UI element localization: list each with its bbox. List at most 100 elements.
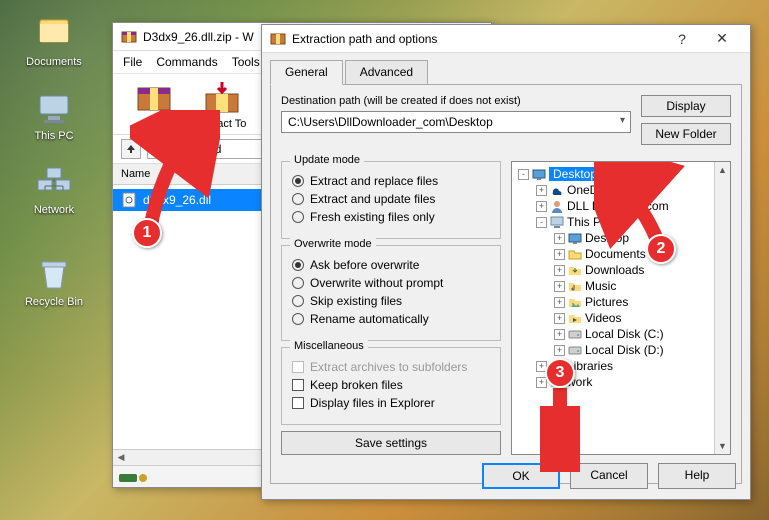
menu-commands[interactable]: Commands xyxy=(156,55,217,69)
up-folder-button[interactable] xyxy=(121,139,141,159)
toolbar-add-label: Add xyxy=(123,118,185,130)
tree-node[interactable]: + Documents xyxy=(514,246,728,262)
pictures-icon xyxy=(568,295,582,309)
winrar-app-icon xyxy=(121,29,137,45)
tree-node[interactable]: +Pictures xyxy=(514,294,728,310)
tree-vscrollbar[interactable]: ▲ ▼ xyxy=(714,162,730,454)
tree-expander-icon[interactable]: - xyxy=(518,169,529,180)
destination-path-label: Destination path (will be created if doe… xyxy=(281,95,631,107)
desktop-icon-recycle-bin[interactable]: Recycle Bin xyxy=(18,254,90,308)
destination-path-input[interactable] xyxy=(281,111,631,133)
tree-node[interactable]: +Desktop xyxy=(514,230,728,246)
tree-node[interactable]: + Downloads xyxy=(514,262,728,278)
archive-icon xyxy=(154,142,168,156)
tree-node[interactable]: + Local Disk (D:) xyxy=(514,342,728,358)
desktop-icon-this-pc[interactable]: This PC xyxy=(18,88,90,142)
tree-expander-icon[interactable]: + xyxy=(554,329,565,340)
help-button[interactable]: Help xyxy=(658,463,736,489)
tree-node-label: Desktop xyxy=(549,167,601,181)
tree-node-label: Local Disk (D:) xyxy=(585,343,664,357)
tree-node[interactable]: + Videos xyxy=(514,310,728,326)
dialog-tab-body: Destination path (will be created if doe… xyxy=(270,84,742,484)
tree-expander-icon[interactable]: + xyxy=(536,185,547,196)
tree-expander-icon[interactable]: + xyxy=(554,313,565,324)
disk-icon xyxy=(568,327,582,341)
tree-node-label: DLL Dow ader.com xyxy=(567,199,669,213)
desktop-icon-label: Recycle Bin xyxy=(18,296,90,308)
desktop-icon xyxy=(532,167,546,181)
tree-expander-icon[interactable]: - xyxy=(536,217,547,228)
tree-node[interactable]: + Local Disk (C:) xyxy=(514,326,728,342)
new-folder-button[interactable]: New Folder xyxy=(641,123,731,145)
overwrite-mode-group: Overwrite mode Ask before overwrite Over… xyxy=(281,245,501,341)
tree-node[interactable]: - Desktop xyxy=(514,166,728,182)
tree-expander-icon[interactable]: + xyxy=(554,249,565,260)
desktop-icon-network[interactable]: Network xyxy=(18,162,90,216)
tree-node-label: Downloads xyxy=(585,263,644,277)
tab-general[interactable]: General xyxy=(270,60,343,85)
tree-expander-icon[interactable]: + xyxy=(554,265,565,276)
radio-skip-existing[interactable]: Skip existing files xyxy=(292,294,490,308)
menu-file[interactable]: File xyxy=(123,55,142,69)
archive-path-text: dx9_26.d xyxy=(172,142,221,156)
tree-expander-icon[interactable]: + xyxy=(554,297,565,308)
tree-node[interactable]: + DLL Dow ader.com xyxy=(514,198,728,214)
folder-icon xyxy=(568,247,582,261)
radio-rename-auto[interactable]: Rename automatically xyxy=(292,312,490,326)
radio-overwrite-noprompt[interactable]: Overwrite without prompt xyxy=(292,276,490,290)
tree-expander-icon[interactable]: + xyxy=(536,201,547,212)
annotation-badge-3: 3 xyxy=(545,358,575,388)
dialog-tabs: General Advanced xyxy=(262,53,750,84)
radio-extract-update[interactable]: Extract and update files xyxy=(292,192,490,206)
toolbar-add[interactable]: Add xyxy=(123,80,185,130)
misc-group: Miscellaneous Extract archives to subfol… xyxy=(281,347,501,425)
onedrive-icon xyxy=(550,183,564,197)
update-mode-group: Update mode Extract and replace files Ex… xyxy=(281,161,501,239)
music-icon xyxy=(568,279,582,293)
radio-extract-replace[interactable]: Extract and replace files xyxy=(292,174,490,188)
dialog-title: Extraction path and options xyxy=(292,32,662,46)
tree-node[interactable]: + OneDr xyxy=(514,182,728,198)
scroll-up-icon[interactable]: ▲ xyxy=(715,162,730,178)
annotation-badge-1: 1 xyxy=(132,218,162,248)
desktop-icon-documents[interactable]: Documents xyxy=(18,14,90,68)
dialog-button-row: OK Cancel Help xyxy=(482,463,736,489)
tree-node-label: Documents xyxy=(585,247,646,261)
check-display-explorer[interactable]: Display files in Explorer xyxy=(292,396,490,410)
tree-expander-icon[interactable]: + xyxy=(554,345,565,356)
ok-button[interactable]: OK xyxy=(482,463,560,489)
pc-icon xyxy=(550,215,564,229)
winrar-app-icon xyxy=(270,31,286,47)
status-lock-icon xyxy=(119,470,149,484)
check-keep-broken[interactable]: Keep broken files xyxy=(292,378,490,392)
tree-node-label: This PC xyxy=(567,215,610,229)
tree-node-label: OneDr xyxy=(567,183,602,197)
display-button[interactable]: Display xyxy=(641,95,731,117)
dialog-close-icon[interactable]: ✕ xyxy=(702,25,742,53)
radio-fresh-only[interactable]: Fresh existing files only xyxy=(292,210,490,224)
toolbar-extract-to[interactable]: Extract To xyxy=(191,80,253,130)
radio-ask-overwrite[interactable]: Ask before overwrite xyxy=(292,258,490,272)
scroll-down-icon[interactable]: ▼ xyxy=(715,438,730,454)
desktop-icon-label: Documents xyxy=(18,56,90,68)
dialog-titlebar[interactable]: Extraction path and options ? ✕ xyxy=(262,25,750,53)
overwrite-mode-title: Overwrite mode xyxy=(290,238,376,250)
menu-tools[interactable]: Tools xyxy=(232,55,260,69)
tree-node[interactable]: - This PC xyxy=(514,214,728,230)
tree-expander-icon[interactable]: + xyxy=(554,233,565,244)
save-settings-button[interactable]: Save settings xyxy=(281,431,501,455)
tree-expander-icon[interactable]: + xyxy=(554,281,565,292)
folder-tree[interactable]: -Desktop+OneDr+DLL Dow ader.com-This PC+… xyxy=(511,161,731,455)
user-icon xyxy=(550,199,564,213)
cancel-button[interactable]: Cancel xyxy=(570,463,648,489)
tab-advanced[interactable]: Advanced xyxy=(345,60,428,85)
desktop-icon-label: Network xyxy=(18,204,90,216)
disk-icon xyxy=(568,343,582,357)
tree-node[interactable]: +Music xyxy=(514,278,728,294)
tree-node-label: Videos xyxy=(585,311,621,325)
file-name: d3dx9_26.dll xyxy=(143,193,211,207)
tree-node-label: Local Disk (C:) xyxy=(585,327,664,341)
annotation-badge-2: 2 xyxy=(646,234,676,264)
extraction-dialog: Extraction path and options ? ✕ General … xyxy=(261,24,751,500)
dialog-help-icon[interactable]: ? xyxy=(662,25,702,53)
